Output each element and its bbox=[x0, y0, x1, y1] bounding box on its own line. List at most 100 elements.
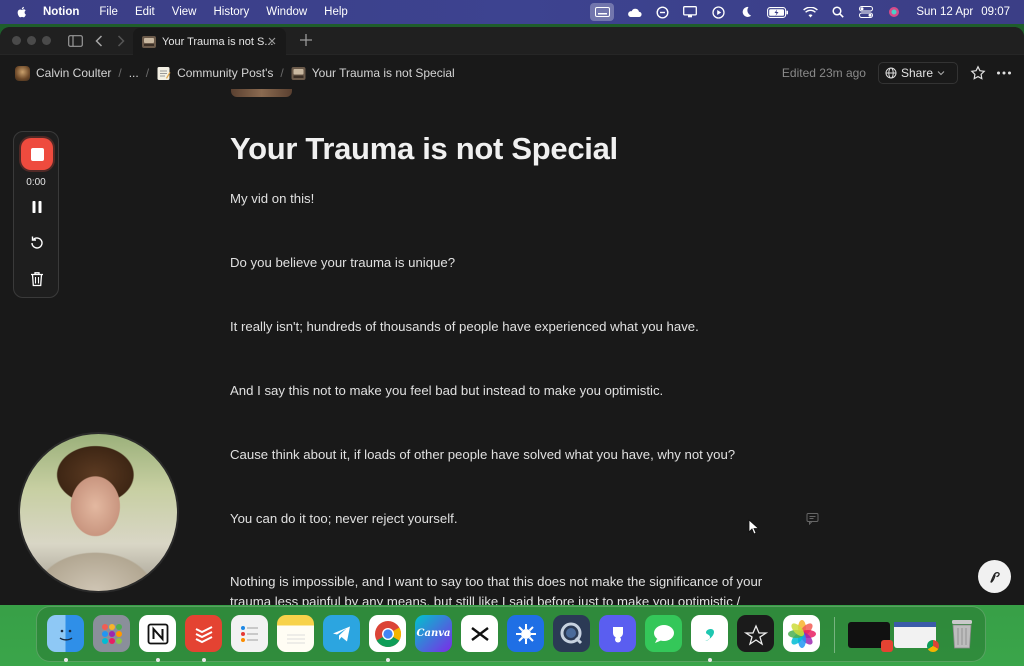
dock-telegram-icon[interactable] bbox=[323, 615, 360, 652]
menu-file[interactable]: File bbox=[99, 6, 118, 18]
menu-app-notion[interactable]: Notion bbox=[43, 6, 79, 18]
help-sketch-icon bbox=[989, 571, 1000, 583]
dock-reminders-icon[interactable] bbox=[231, 615, 268, 652]
stop-recording-button[interactable] bbox=[21, 138, 53, 170]
menu-bar-time[interactable]: 09:07 bbox=[981, 6, 1010, 18]
forward-arrow-icon[interactable] bbox=[113, 33, 129, 49]
dock-running-indicator bbox=[708, 658, 712, 662]
close-tab-icon[interactable] bbox=[266, 35, 278, 47]
paragraph-1[interactable]: My vid on this! bbox=[230, 191, 314, 206]
dock-ai-app-icon[interactable] bbox=[737, 615, 774, 652]
screen-recorder-panel: 0:00 bbox=[13, 131, 59, 298]
dock-utility-app-icon[interactable] bbox=[507, 615, 544, 652]
paragraph-2[interactable]: Do you believe your trauma is unique? bbox=[230, 255, 455, 270]
notion-window: Your Trauma is not S... Calvin Coulter /… bbox=[0, 27, 1024, 605]
display-icon[interactable] bbox=[682, 5, 698, 19]
restart-icon[interactable] bbox=[28, 234, 46, 252]
share-button[interactable]: Share bbox=[877, 62, 958, 84]
webcam-bubble[interactable] bbox=[18, 432, 179, 593]
chevron-down-icon bbox=[937, 71, 945, 76]
page-thumbnail-icon bbox=[291, 66, 306, 80]
notepad-icon bbox=[157, 66, 171, 80]
canva-logo-text: Canva bbox=[416, 628, 451, 639]
recording-timer: 0:00 bbox=[26, 177, 46, 188]
dock-running-indicator bbox=[202, 658, 206, 662]
trash-icon[interactable] bbox=[28, 270, 46, 288]
page-topbar: Calvin Coulter / ... / Community Post's … bbox=[0, 57, 1024, 89]
dock-trash-icon[interactable] bbox=[943, 615, 980, 652]
minimize-window-button[interactable] bbox=[27, 36, 36, 45]
zoom-window-button[interactable] bbox=[42, 36, 51, 45]
favorite-star-icon[interactable] bbox=[970, 65, 986, 81]
dock-notion-icon[interactable] bbox=[139, 615, 176, 652]
breadcrumb-ellipsis[interactable]: ... bbox=[129, 66, 139, 80]
apple-logo-icon[interactable] bbox=[15, 5, 29, 19]
topbar-actions: Edited 23m ago Share bbox=[782, 57, 1012, 89]
paragraph-3[interactable]: It really isn't; hundreds of thousands o… bbox=[230, 319, 699, 334]
paragraph-4[interactable]: And I say this not to make you feel bad … bbox=[230, 383, 663, 398]
globe-icon bbox=[885, 67, 897, 79]
dock-finder-icon[interactable] bbox=[47, 615, 84, 652]
dock-capcut-icon[interactable] bbox=[461, 615, 498, 652]
menu-bar-status-area: Sun 12 Apr 09:07 bbox=[584, 0, 1024, 24]
sidebar-toggle-icon[interactable] bbox=[67, 33, 83, 49]
dock-todoist-icon[interactable] bbox=[185, 615, 222, 652]
play-icon[interactable] bbox=[710, 5, 726, 19]
dock-divider bbox=[834, 617, 835, 653]
breadcrumb-workspace[interactable]: Calvin Coulter bbox=[36, 66, 111, 80]
close-window-button[interactable] bbox=[12, 36, 21, 45]
window-controls bbox=[12, 36, 57, 45]
cloud-icon[interactable] bbox=[626, 5, 642, 19]
dock: Canva bbox=[36, 606, 986, 662]
keyboard-viewer-icon[interactable] bbox=[590, 3, 615, 21]
paragraph-7[interactable]: Nothing is impossible, and I want to say… bbox=[230, 572, 770, 605]
dock-quicktime-icon[interactable] bbox=[553, 615, 590, 652]
dock-photos-icon[interactable] bbox=[783, 615, 820, 652]
page-thumbnail-icon bbox=[142, 35, 156, 48]
battery-icon[interactable] bbox=[766, 5, 790, 19]
dock-messages-icon[interactable] bbox=[645, 615, 682, 652]
wifi-icon[interactable] bbox=[802, 5, 818, 19]
tab-your-trauma[interactable]: Your Trauma is not S... bbox=[133, 28, 286, 55]
mouse-cursor-icon bbox=[748, 519, 760, 535]
dock-running-indicator bbox=[64, 658, 68, 662]
comment-icon[interactable] bbox=[806, 512, 819, 525]
more-options-icon[interactable] bbox=[996, 65, 1012, 81]
pause-icon[interactable] bbox=[28, 198, 46, 216]
help-button[interactable] bbox=[978, 560, 1011, 593]
dock-launchpad-icon[interactable] bbox=[93, 615, 130, 652]
dock-surfshark-icon[interactable] bbox=[691, 615, 728, 652]
dock-minimized-window-1[interactable] bbox=[848, 622, 893, 652]
share-label: Share bbox=[900, 66, 933, 80]
dock-chrome-icon[interactable] bbox=[369, 615, 406, 652]
menu-bar-date[interactable]: Sun 12 Apr bbox=[916, 6, 973, 18]
menu-history[interactable]: History bbox=[213, 6, 249, 18]
window-titlebar: Your Trauma is not S... bbox=[0, 27, 1024, 55]
control-center-icon[interactable] bbox=[858, 5, 874, 19]
menu-view[interactable]: View bbox=[172, 6, 197, 18]
todoist-badge-icon bbox=[881, 640, 893, 652]
dock-canva-icon[interactable]: Canva bbox=[415, 615, 452, 652]
search-icon[interactable] bbox=[830, 5, 846, 19]
tab-title: Your Trauma is not S... bbox=[162, 35, 274, 48]
page-icon-thumbnail[interactable] bbox=[231, 89, 292, 97]
sync-icon[interactable] bbox=[654, 5, 670, 19]
menu-window[interactable]: Window bbox=[266, 6, 307, 18]
workspace-avatar-icon bbox=[15, 65, 30, 81]
page-title[interactable]: Your Trauma is not Special bbox=[230, 131, 618, 167]
back-arrow-icon[interactable] bbox=[91, 33, 107, 49]
breadcrumb-current-page[interactable]: Your Trauma is not Special bbox=[312, 66, 455, 80]
menu-help[interactable]: Help bbox=[324, 6, 348, 18]
dock-minimized-window-2[interactable] bbox=[894, 622, 939, 652]
paragraph-6[interactable]: You can do it too; never reject yourself… bbox=[230, 511, 458, 526]
paragraph-5[interactable]: Cause think about it, if loads of other … bbox=[230, 447, 735, 462]
breadcrumb-community-posts[interactable]: Community Post's bbox=[177, 66, 273, 80]
breadcrumb: Calvin Coulter / ... / Community Post's … bbox=[15, 65, 455, 81]
dock-running-indicator bbox=[156, 658, 160, 662]
dock-notes-icon[interactable] bbox=[277, 615, 314, 652]
siri-icon[interactable] bbox=[886, 5, 902, 19]
focus-moon-icon[interactable] bbox=[738, 5, 754, 19]
menu-edit[interactable]: Edit bbox=[135, 6, 155, 18]
new-tab-plus-icon[interactable] bbox=[298, 32, 314, 48]
dock-security-app-icon[interactable] bbox=[599, 615, 636, 652]
